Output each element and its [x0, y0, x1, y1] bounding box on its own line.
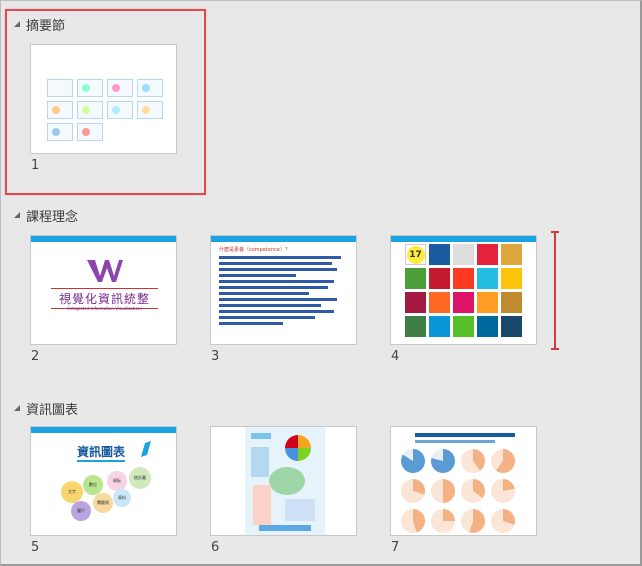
slide-title: 資訊圖表: [77, 443, 126, 462]
section-header-course-concept[interactable]: 課程理念: [14, 205, 78, 225]
topic-bubble: 數位: [83, 475, 103, 495]
summary-zoom-tile: [107, 101, 133, 119]
percent-ring: [491, 509, 515, 533]
slide-number: 2: [31, 349, 40, 364]
sdg-tile: 17: [405, 244, 426, 265]
slide-header-bar: [31, 427, 176, 433]
infographic-poster: [245, 427, 325, 535]
summary-zoom-tile: [47, 79, 73, 97]
insertion-marker: [551, 231, 559, 350]
slide-subtitle: (Integrated Information Visualization): [66, 306, 143, 311]
sdg-tile: [501, 244, 522, 265]
percent-ring: [491, 479, 515, 503]
slide-thumbnail-5[interactable]: 資訊圖表 文字 數位 模板 統計圖 資料 圖片 關鍵詞: [30, 426, 177, 536]
sdg-tile: [405, 268, 426, 289]
slide-header-text: [415, 433, 515, 437]
percent-ring: [401, 449, 425, 473]
topic-bubble: 圖片: [71, 501, 91, 521]
percent-ring: [461, 509, 485, 533]
slide-heading: 什麼是素養（competence）？: [219, 247, 290, 253]
topic-bubble: 關鍵詞: [93, 493, 113, 513]
topic-bubble: 統計圖: [129, 467, 151, 489]
sdg-tile: [477, 244, 498, 265]
sdg-tile: [477, 316, 498, 337]
sdg-tile: [501, 292, 522, 313]
sdg-tile: [453, 316, 474, 337]
slide-thumbnail-1[interactable]: [30, 44, 177, 154]
summary-zoom-tile: [77, 101, 103, 119]
topic-bubble: 模板: [107, 471, 127, 491]
logo-w-icon: [87, 260, 123, 282]
section-title: 資訊圖表: [26, 402, 79, 418]
summary-zoom-tile: [137, 79, 163, 97]
slide-sorter-pane: 摘要節 1 課程理念 視覺化資訊統整 (Integrated Informati…: [0, 0, 642, 566]
slide-number: 7: [391, 540, 400, 555]
collapse-triangle-icon[interactable]: [14, 212, 20, 218]
sdg-tile: [477, 292, 498, 313]
sdg-tile: [453, 292, 474, 313]
slide-header-bar: [391, 236, 536, 242]
percent-ring: [401, 509, 425, 533]
sdg-tile: [429, 244, 450, 265]
sdg-grid: 17: [405, 244, 525, 338]
collapse-triangle-icon[interactable]: [14, 405, 20, 411]
slide-header-bar: [211, 236, 356, 242]
slide-body-text: [219, 256, 347, 325]
percent-ring: [461, 479, 485, 503]
slide-thumbnail-6[interactable]: [210, 426, 357, 536]
slide-thumbnail-3[interactable]: 什麼是素養（competence）？: [210, 235, 357, 345]
percent-ring: [491, 449, 515, 473]
topic-bubble: 資料: [113, 489, 131, 507]
sdg-tile: [501, 268, 522, 289]
slide-number: 6: [211, 540, 220, 555]
slide-subheader-text: [415, 440, 495, 443]
sdg-tile: [429, 292, 450, 313]
sdg-tile: [477, 268, 498, 289]
section-header-infographic[interactable]: 資訊圖表: [14, 398, 78, 418]
percent-ring: [401, 479, 425, 503]
summary-zoom-tile: [47, 101, 73, 119]
sdg-tile: [405, 316, 426, 337]
percent-ring: [431, 449, 455, 473]
summary-zoom-tile: [47, 123, 73, 141]
topic-bubble: 文字: [61, 481, 83, 503]
sdg-tile: [405, 292, 426, 313]
slide-thumbnail-2[interactable]: 視覺化資訊統整 (Integrated Information Visualiz…: [30, 235, 177, 345]
slide-thumbnail-7[interactable]: [390, 426, 537, 536]
section-title: 課程理念: [26, 209, 79, 225]
pen-icon: [141, 441, 151, 457]
sdg-tile: [453, 244, 474, 265]
slide-header-bar: [31, 236, 176, 242]
slide-thumbnail-4[interactable]: 17: [390, 235, 537, 345]
sdg-tile: [501, 316, 522, 337]
sdg-tile: [453, 268, 474, 289]
slide-number: 5: [31, 540, 40, 555]
summary-zoom-tile: [77, 123, 103, 141]
percent-ring: [431, 479, 455, 503]
percent-ring: [461, 449, 485, 473]
slide-number: 1: [31, 158, 40, 173]
sdg-tile: [429, 316, 450, 337]
summary-zoom-tile: [107, 79, 133, 97]
sdg-count-label: 17: [406, 245, 425, 264]
summary-zoom-tile: [77, 79, 103, 97]
sdg-tile: [429, 268, 450, 289]
slide-number: 4: [391, 349, 400, 364]
slide-number: 3: [211, 349, 220, 364]
percent-ring: [431, 509, 455, 533]
summary-zoom-tile: [137, 101, 163, 119]
